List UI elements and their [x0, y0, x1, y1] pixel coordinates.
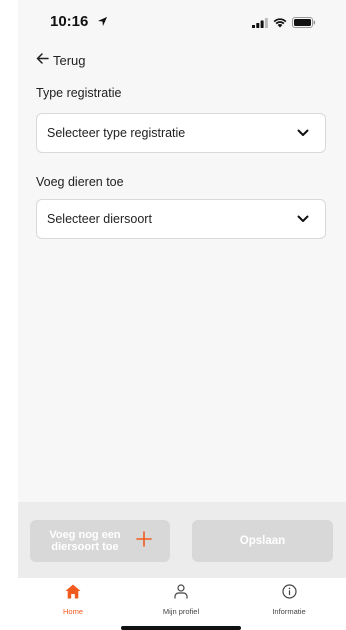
- action-bar: Voeg nog een diersoort toe Opslaan: [18, 502, 346, 578]
- tab-my-profile-label: Mijn profiel: [162, 607, 200, 616]
- type-registration-placeholder: Selecteer type registratie: [47, 126, 186, 140]
- phone-frame: 10:16 Terug Type registratie Selecteer t…: [0, 0, 346, 630]
- tab-bar: Home Mijn profiel Informatie: [18, 578, 346, 630]
- user-icon: [174, 584, 188, 604]
- save-label: Opslaan: [239, 535, 286, 547]
- tab-home-label: Home: [62, 607, 83, 616]
- type-registration-select[interactable]: Selecteer type registratie: [36, 113, 326, 153]
- add-species-label: Voeg nog een diersoort toe: [49, 529, 121, 553]
- species-placeholder: Selecteer diersoort: [47, 212, 152, 226]
- tab-home[interactable]: Home: [28, 584, 118, 616]
- arrow-left-icon: [36, 51, 49, 69]
- status-time: 10:16: [50, 13, 89, 30]
- home-indicator: [121, 626, 241, 630]
- wifi-icon: [273, 15, 287, 33]
- location-arrow-icon: [97, 14, 108, 31]
- tab-information[interactable]: Informatie: [244, 584, 334, 616]
- add-species-button[interactable]: Voeg nog een diersoort toe: [30, 520, 170, 562]
- tab-information-label: Informatie: [272, 607, 306, 616]
- back-link[interactable]: Terug: [36, 51, 86, 69]
- battery-icon: [292, 15, 316, 33]
- back-label: Terug: [53, 52, 86, 68]
- home-icon: [65, 584, 81, 604]
- species-select[interactable]: Selecteer diersoort: [36, 199, 326, 239]
- app-screen: 10:16 Terug Type registratie Selecteer t…: [18, 0, 346, 630]
- tab-my-profile[interactable]: Mijn profiel: [136, 584, 226, 616]
- save-button[interactable]: Opslaan: [192, 520, 333, 562]
- status-icons: [252, 15, 316, 33]
- signal-icon: [252, 15, 268, 33]
- type-registration-label: Type registratie: [36, 86, 122, 100]
- status-time-group: 10:16: [50, 13, 108, 31]
- status-bar: 10:16: [18, 0, 346, 44]
- info-icon: [281, 584, 297, 604]
- plus-icon: [136, 530, 152, 552]
- chevron-down-icon: [297, 210, 309, 228]
- add-animals-label: Voeg dieren toe: [36, 175, 124, 189]
- chevron-down-icon: [297, 124, 309, 142]
